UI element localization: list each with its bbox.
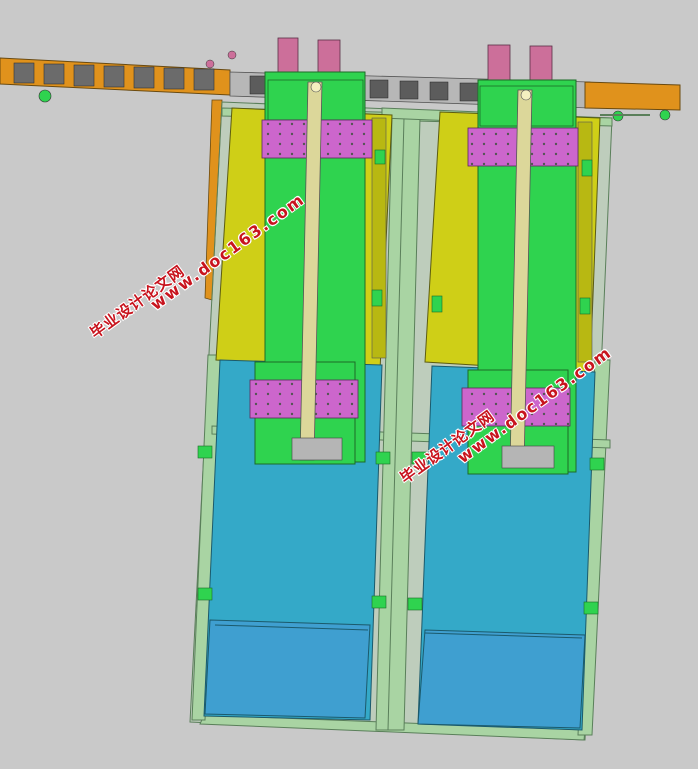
left-lift-module [203, 71, 393, 721]
right-lift-module [417, 79, 601, 731]
cad-assembly-view: 毕业设计论文网 www.doc163.com 毕业设计论文网 www.doc16… [0, 0, 698, 769]
assembly-drawing [0, 37, 681, 741]
